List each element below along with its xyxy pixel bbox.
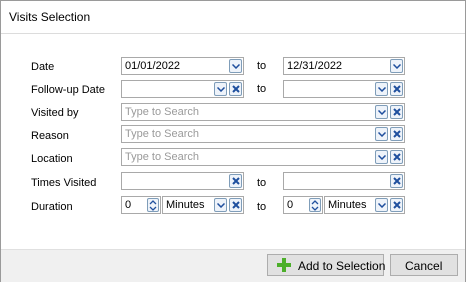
date-from-value: 01/01/2022 (125, 60, 181, 72)
times-visited-to-field[interactable] (283, 172, 405, 190)
followup-from-dropdown-icon[interactable] (214, 82, 227, 96)
date-from-field[interactable]: 01/01/2022 (121, 57, 244, 75)
visited-by-search-field[interactable]: Type to Search (121, 103, 405, 121)
visited-by-dropdown-icon[interactable] (375, 105, 388, 119)
followup-from-field[interactable] (121, 80, 244, 98)
date-to-value: 12/31/2022 (287, 60, 343, 72)
duration-from-clear-icon[interactable] (229, 198, 242, 212)
add-to-selection-button[interactable]: Add to Selection (267, 254, 386, 276)
duration-from-stepper[interactable]: 0 (121, 196, 161, 214)
times-visited-from-clear-icon[interactable] (229, 174, 242, 188)
duration-from-unit-select[interactable]: Minutes (162, 196, 244, 214)
title-bar: Visits Selection (1, 1, 465, 34)
location-clear-icon[interactable] (390, 150, 403, 164)
date-from-dropdown-icon[interactable] (229, 59, 242, 73)
reason-dropdown-icon[interactable] (375, 127, 388, 141)
followup-to-dropdown-icon[interactable] (375, 82, 388, 96)
dialog-footer: Add to Selection Cancel (1, 249, 465, 282)
cancel-button[interactable]: Cancel (390, 254, 458, 276)
reason-placeholder: Type to Search (125, 128, 199, 140)
duration-to-unit-select[interactable]: Minutes (324, 196, 405, 214)
duration-from-unit-dropdown-icon[interactable] (214, 198, 227, 212)
duration-to-stepper[interactable]: 0 (283, 196, 323, 214)
cancel-label: Cancel (405, 259, 443, 273)
duration-to-value: 0 (287, 199, 294, 211)
duration-to-clear-icon[interactable] (390, 198, 403, 212)
date-to-field[interactable]: 12/31/2022 (283, 57, 405, 75)
duration-label: Duration (31, 201, 73, 213)
followup-to-label: to (257, 83, 267, 95)
date-to-dropdown-icon[interactable] (390, 59, 403, 73)
visits-selection-dialog: Visits Selection Date 01/01/2022 to 12/3… (0, 0, 466, 282)
followup-label: Follow-up Date (31, 84, 105, 96)
plus-icon (277, 258, 291, 272)
add-to-selection-label: Add to Selection (298, 259, 386, 273)
duration-to-unit-dropdown-icon[interactable] (375, 198, 388, 212)
duration-from-spin-icon[interactable] (147, 198, 159, 212)
dialog-title: Visits Selection (9, 10, 91, 24)
location-search-field[interactable]: Type to Search (121, 148, 405, 166)
visited-by-label: Visited by (31, 107, 79, 119)
duration-to-label: to (257, 201, 267, 213)
duration-from-unit: Minutes (166, 199, 205, 211)
times-visited-to-clear-icon[interactable] (390, 174, 403, 188)
location-dropdown-icon[interactable] (375, 150, 388, 164)
date-label: Date (31, 61, 55, 73)
times-visited-to-label: to (257, 177, 267, 189)
duration-to-unit: Minutes (328, 199, 367, 211)
location-placeholder: Type to Search (125, 151, 199, 163)
followup-to-clear-icon[interactable] (390, 82, 403, 96)
times-visited-label: Times Visited (31, 177, 97, 189)
reason-label: Reason (31, 130, 69, 142)
filter-panel: Date 01/01/2022 to 12/31/2022 Follow-up … (4, 34, 461, 247)
location-label: Location (31, 153, 73, 165)
followup-from-clear-icon[interactable] (229, 82, 242, 96)
visited-by-clear-icon[interactable] (390, 105, 403, 119)
duration-from-value: 0 (125, 199, 132, 211)
duration-to-spin-icon[interactable] (309, 198, 321, 212)
reason-search-field[interactable]: Type to Search (121, 125, 405, 143)
reason-clear-icon[interactable] (390, 127, 403, 141)
times-visited-from-field[interactable] (121, 172, 244, 190)
date-to-label: to (257, 60, 267, 72)
visited-by-placeholder: Type to Search (125, 106, 199, 118)
followup-to-field[interactable] (283, 80, 405, 98)
